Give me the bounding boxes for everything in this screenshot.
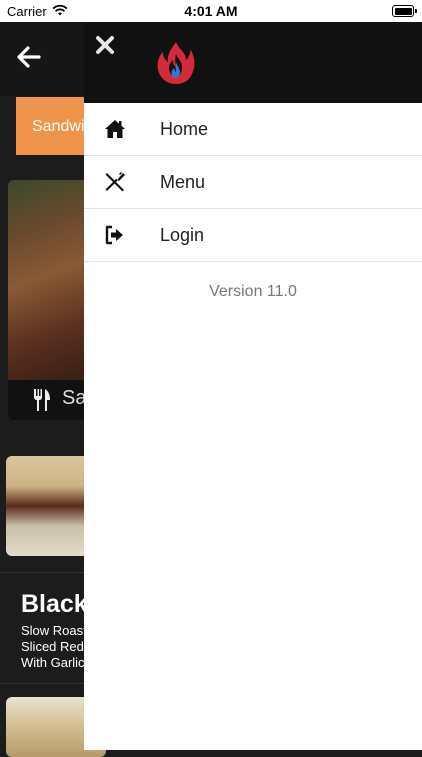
menu-item-label: Login xyxy=(160,225,205,245)
menu-item-login[interactable]: Login xyxy=(84,209,422,262)
status-bar: Carrier 4:01 AM xyxy=(0,0,422,22)
app-version: Version 11.0 xyxy=(209,283,297,300)
category-card-label: Sa xyxy=(62,387,87,409)
menu-item-label: Home xyxy=(160,119,209,139)
close-icon[interactable] xyxy=(94,34,116,56)
back-arrow-icon[interactable] xyxy=(16,44,42,70)
menu-item-menu[interactable]: Menu xyxy=(84,156,422,209)
flame-logo xyxy=(157,42,195,84)
utensils-icon xyxy=(34,389,50,411)
utensils-icon xyxy=(105,172,125,192)
clock: 4:01 AM xyxy=(184,3,238,19)
side-drawer: Home Menu Login Version 11.0 xyxy=(84,22,422,750)
drawer-menu: Home Menu Login xyxy=(84,103,422,262)
drawer-header xyxy=(84,22,422,103)
menu-item-label: Menu xyxy=(160,172,206,192)
category-tab-label: Sandwi xyxy=(32,118,85,135)
battery-icon xyxy=(392,5,417,17)
login-icon xyxy=(105,225,123,245)
home-icon xyxy=(105,120,125,138)
menu-item-home[interactable]: Home xyxy=(84,103,422,156)
